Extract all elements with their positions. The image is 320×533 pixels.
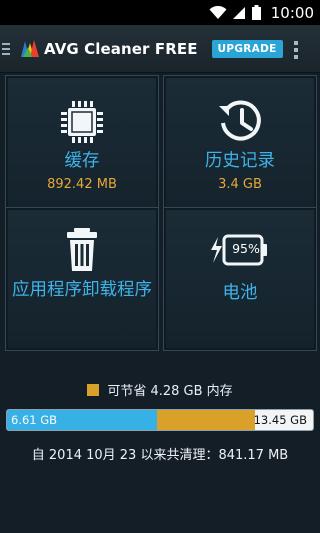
uninstaller-label: 应用程序卸载程序 [12, 280, 152, 300]
history-tile[interactable]: 历史记录 3.4 GB [163, 75, 317, 219]
storage-used-label: 6.61 GB [11, 413, 58, 427]
avg-logo-icon [21, 39, 39, 57]
savable-legend: 可节省 4.28 GB 内存 [0, 380, 320, 399]
action-bar: AVG Cleaner FREE UPGRADE [0, 25, 320, 73]
trash-can-icon [67, 228, 97, 271]
status-bar: 10:00 [0, 0, 320, 25]
cleaned-summary: 自 2014 10月 23 以来共清理：841.17 MB [31, 448, 289, 463]
cache-tile[interactable]: 缓存 892.42 MB [5, 75, 159, 219]
storage-total-label: 13.45 GB [253, 413, 307, 427]
chip-icon [61, 101, 103, 143]
cache-value: 892.42 MB [47, 177, 117, 192]
cache-label: 缓存 [64, 151, 100, 171]
battery-icon [251, 5, 261, 20]
battery-percent: 95% [232, 241, 260, 256]
history-value: 3.4 GB [218, 177, 262, 192]
app-title: AVG Cleaner FREE [44, 39, 198, 58]
signal-icon [232, 6, 246, 20]
overflow-menu-icon[interactable] [294, 41, 298, 59]
savable-legend-text: 可节省 4.28 GB 内存 [107, 384, 233, 399]
history-clock-icon [219, 100, 261, 141]
storage-savable-fill [157, 410, 255, 430]
wifi-icon [209, 5, 227, 20]
upgrade-button[interactable]: UPGRADE [211, 39, 283, 58]
uninstaller-tile[interactable]: 应用程序卸载程序 [5, 207, 159, 351]
storage-bar: 6.61 GB 13.45 GB [6, 409, 314, 431]
battery-tile[interactable]: 95% 电池 [163, 207, 317, 351]
savable-swatch [87, 383, 100, 396]
menu-icon[interactable] [2, 42, 14, 55]
history-label: 历史记录 [205, 151, 275, 171]
battery-label: 电池 [222, 283, 258, 303]
status-clock: 10:00 [270, 3, 314, 22]
